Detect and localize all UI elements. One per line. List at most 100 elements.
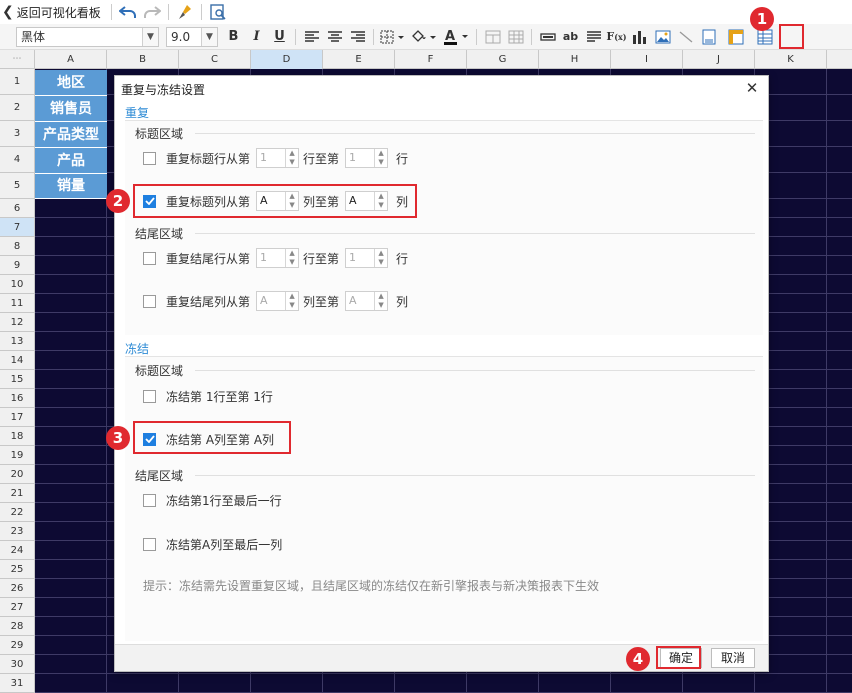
report-icon[interactable] <box>697 26 720 48</box>
cancel-button[interactable]: 取消 <box>711 648 755 668</box>
row-header[interactable]: 18 <box>0 427 34 446</box>
column-header[interactable]: E <box>323 50 395 69</box>
option-suffix: 列 <box>396 294 409 309</box>
close-icon[interactable]: ✕ <box>744 79 760 97</box>
row-header[interactable]: 31 <box>0 674 34 693</box>
row-header[interactable]: 25 <box>0 560 34 579</box>
fill-color-icon[interactable] <box>408 26 440 48</box>
option-label: 重复结尾行从第 <box>166 251 251 266</box>
repeat-freeze-icon[interactable] <box>724 26 747 48</box>
image-icon[interactable] <box>651 26 674 48</box>
option-label: 重复结尾列从第 <box>166 294 251 309</box>
row-header[interactable]: 24 <box>0 541 34 560</box>
chevron-up-icon: ▲ <box>378 249 384 257</box>
redo-icon[interactable] <box>140 1 164 23</box>
row-header[interactable]: 12 <box>0 313 34 332</box>
row-header[interactable]: 26 <box>0 579 34 598</box>
row-header[interactable]: 1 <box>0 69 34 95</box>
select-all-corner[interactable]: ⋯ <box>0 50 35 69</box>
repeat-footer-col-from-stepper[interactable]: A ▲ ▼ <box>256 291 300 311</box>
row-header[interactable]: 3 <box>0 121 34 147</box>
bar-chart-icon[interactable] <box>628 26 651 48</box>
row-header[interactable]: 14 <box>0 351 34 370</box>
column-header[interactable]: G <box>467 50 539 69</box>
row-header[interactable]: 16 <box>0 389 34 408</box>
border-icon[interactable] <box>378 26 408 48</box>
row-header[interactable]: 28 <box>0 617 34 636</box>
repeat-footer-row-checkbox[interactable] <box>143 251 156 265</box>
column-header[interactable]: H <box>539 50 611 69</box>
underline-icon[interactable]: U <box>268 26 291 48</box>
row-header[interactable]: 13 <box>0 332 34 351</box>
row-header[interactable]: 23 <box>0 522 34 541</box>
row-header[interactable]: 29 <box>0 636 34 655</box>
font-family-select[interactable]: 黑体 ▼ <box>16 26 159 47</box>
undo-icon[interactable] <box>116 1 140 23</box>
text-ab-icon[interactable]: ab <box>559 26 582 48</box>
format-toolbar: 黑体 ▼ 9.0 ▼ B I U A ab F (x) <box>0 24 852 50</box>
header-cell-sales[interactable]: 销量 <box>35 174 107 199</box>
repeat-footer-col-to-stepper[interactable]: A ▲ ▼ <box>345 291 389 311</box>
align-left-icon[interactable] <box>300 26 323 48</box>
row-header[interactable]: 10 <box>0 275 34 294</box>
font-color-icon[interactable]: A <box>440 26 472 48</box>
column-header-selected[interactable]: D <box>251 50 323 69</box>
header-cell-product[interactable]: 产品 <box>35 148 107 174</box>
option-suffix: 行 <box>396 151 409 166</box>
column-header[interactable]: A <box>35 50 107 69</box>
column-header[interactable]: F <box>395 50 467 69</box>
unmerge-cells-icon[interactable] <box>504 26 527 48</box>
bold-icon[interactable]: B <box>222 26 245 48</box>
row-header[interactable]: 17 <box>0 408 34 427</box>
slash-icon[interactable] <box>674 26 697 48</box>
repeat-footer-row-to-stepper[interactable]: 1 ▲ ▼ <box>345 248 389 268</box>
column-header[interactable]: J <box>683 50 755 69</box>
align-center-icon[interactable] <box>323 26 346 48</box>
column-header[interactable]: B <box>107 50 179 69</box>
freeze-header-row-checkbox[interactable] <box>143 389 156 403</box>
header-cell-region[interactable]: 地区 <box>35 70 107 96</box>
row-header[interactable]: 20 <box>0 465 34 484</box>
freeze-section-title: 冻结 <box>125 342 150 356</box>
option-label: 冻结第 1行至第 1行 <box>166 389 273 404</box>
repeat-title-row-from-stepper[interactable]: 1 ▲ ▼ <box>256 148 300 168</box>
row-header[interactable]: 27 <box>0 598 34 617</box>
row-header[interactable]: 2 <box>0 95 34 121</box>
toolbar-divider <box>295 28 296 45</box>
row-header[interactable]: 8 <box>0 237 34 256</box>
repeat-title-row-checkbox[interactable] <box>143 151 156 165</box>
freeze-footer-row-checkbox[interactable] <box>143 493 156 507</box>
row-header[interactable]: 15 <box>0 370 34 389</box>
repeat-footer-col-checkbox[interactable] <box>143 294 156 308</box>
font-size-select[interactable]: 9.0 ▼ <box>166 26 218 47</box>
row-header[interactable]: 30 <box>0 655 34 674</box>
align-right-icon[interactable] <box>346 26 369 48</box>
font-size-value: 9.0 <box>171 29 191 44</box>
row-header[interactable]: 9 <box>0 256 34 275</box>
column-header[interactable]: I <box>611 50 683 69</box>
freeze-footer-col-checkbox[interactable] <box>143 537 156 551</box>
column-header[interactable]: C <box>179 50 251 69</box>
format-painter-icon[interactable] <box>173 1 197 23</box>
repeat-footer-row-from-stepper[interactable]: 1 ▲ ▼ <box>256 248 300 268</box>
row-header[interactable]: 7 <box>0 218 34 237</box>
row-header[interactable]: 5 <box>0 173 34 199</box>
repeat-title-row-to-stepper[interactable]: 1 ▲ ▼ <box>345 148 389 168</box>
paragraph-icon[interactable] <box>582 26 605 48</box>
back-to-dashboard-button[interactable]: ❮ 返回可视化看板 <box>0 0 107 24</box>
chevron-down-icon: ▼ <box>142 27 158 46</box>
column-header[interactable]: K <box>755 50 827 69</box>
text-field-icon[interactable] <box>536 26 559 48</box>
row-header[interactable]: 6 <box>0 199 34 218</box>
italic-icon[interactable]: I <box>245 26 268 48</box>
header-cell-product-type[interactable]: 产品类型 <box>35 122 107 148</box>
formula-icon[interactable]: F (x) <box>605 26 628 48</box>
row-header[interactable]: 19 <box>0 446 34 465</box>
row-header[interactable]: 4 <box>0 147 34 173</box>
row-header[interactable]: 11 <box>0 294 34 313</box>
preview-icon[interactable] <box>206 1 230 23</box>
row-header[interactable]: 22 <box>0 503 34 522</box>
row-header[interactable]: 21 <box>0 484 34 503</box>
merge-cells-icon[interactable] <box>481 26 504 48</box>
header-cell-salesperson[interactable]: 销售员 <box>35 96 107 122</box>
